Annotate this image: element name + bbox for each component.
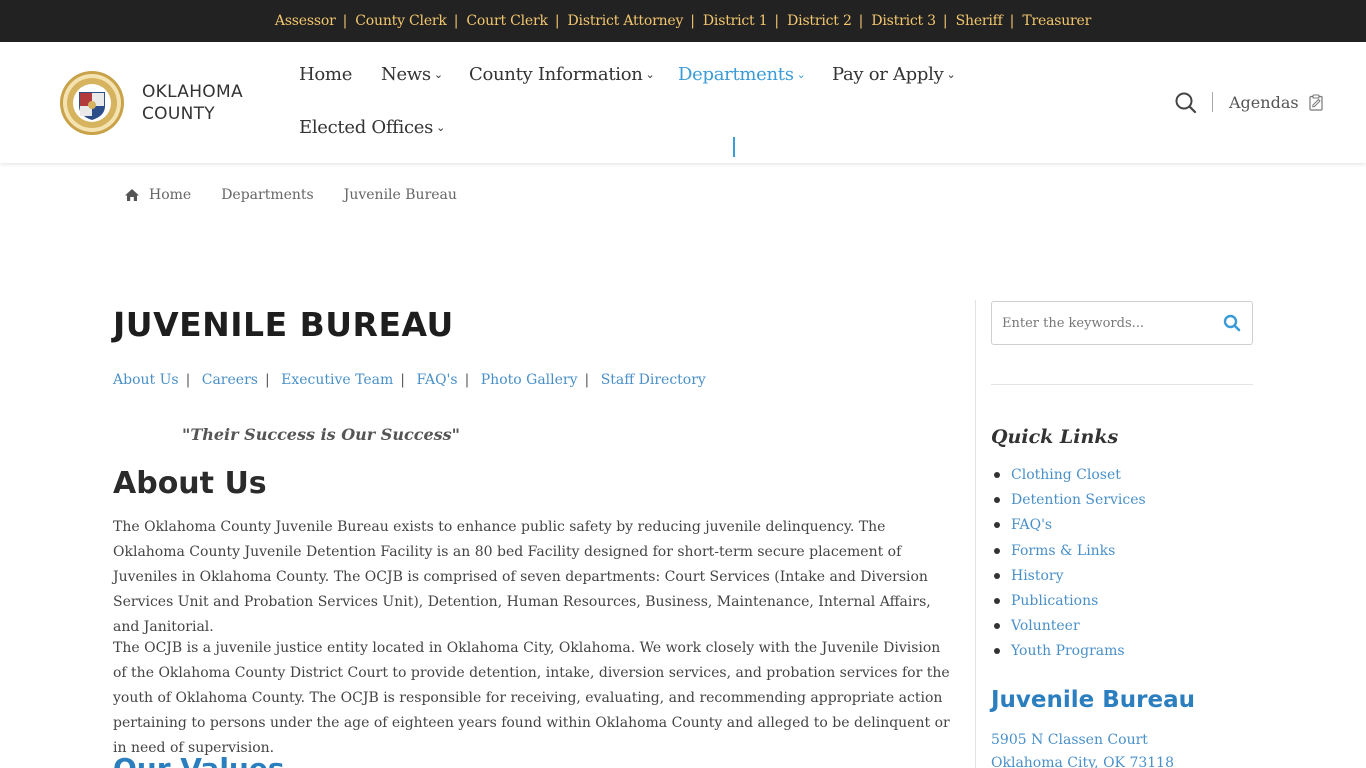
topbar-link-district-attorney[interactable]: District Attorney (568, 13, 684, 29)
address-line-2: Oklahoma City, OK 73118 (991, 755, 1174, 768)
topbar-link-district-3[interactable]: District 3 (871, 13, 936, 29)
nav-departments-label: Departments (678, 64, 794, 85)
logo-text: OKLAHOMA COUNTY (142, 81, 243, 125)
bureau-title: Juvenile Bureau (991, 687, 1196, 713)
breadcrumb-departments[interactable]: Departments (221, 187, 314, 203)
bureau-address[interactable]: 5905 N Classen Court Oklahoma City, OK 7… (991, 729, 1174, 768)
section-subnav: About Us | Careers | Executive Team | FAQ's… (113, 372, 706, 388)
quick-link-faqs[interactable]: FAQ's (991, 513, 1146, 538)
subnav-staff-directory[interactable]: Staff Directory (601, 372, 706, 388)
separator: | (342, 13, 348, 29)
separator: | (774, 13, 780, 29)
about-paragraph-1: The Oklahoma County Juvenile Bureau exis… (113, 519, 931, 635)
section-title-our-values: Our Values (113, 752, 285, 768)
sidebar-search (991, 301, 1253, 345)
topbar-link-county-clerk[interactable]: County Clerk (355, 13, 447, 29)
separator: | (400, 372, 406, 388)
agendas-link[interactable]: Agendas (1229, 93, 1323, 112)
separator: | (264, 372, 270, 388)
breadcrumb: Home Departments Juvenile Bureau (124, 187, 487, 203)
separator: | (185, 372, 191, 388)
sidebar-rule (991, 384, 1253, 385)
site-header: OKLAHOMA COUNTY Home News ⌄ County Inform… (0, 42, 1366, 163)
search-icon[interactable] (1223, 314, 1241, 332)
about-paragraph-2: The OCJB is a juvenile justice entity lo… (113, 640, 950, 756)
chevron-down-icon: ⌄ (796, 68, 806, 81)
logo-line-oklahoma: OKLAHOMA (142, 82, 243, 102)
quick-link-history[interactable]: History (991, 564, 1146, 589)
topbar-link-sheriff[interactable]: Sheriff (956, 13, 1003, 29)
separator: | (858, 13, 864, 29)
site-logo[interactable]: OKLAHOMA COUNTY (59, 70, 259, 136)
quick-links-title: Quick Links (991, 426, 1119, 448)
quick-link-youth-programs[interactable]: Youth Programs (991, 639, 1146, 664)
quick-link-detention-services[interactable]: Detention Services (991, 488, 1146, 513)
nav-news[interactable]: News ⌄ (381, 64, 443, 85)
nav-home[interactable]: Home (299, 64, 352, 85)
separator: | (453, 13, 459, 29)
nav-departments[interactable]: Departments ⌄ (678, 64, 806, 85)
subnav-careers[interactable]: Careers (202, 372, 258, 388)
nav-county-information-label: County Information (469, 64, 643, 85)
chevron-down-icon: ⌄ (946, 68, 956, 81)
header-divider (1212, 92, 1213, 112)
breadcrumb-home[interactable]: Home (149, 187, 191, 203)
nav-home-label: Home (299, 64, 353, 85)
page-title: JUVENILE BUREAU (113, 305, 454, 344)
subnav-faqs[interactable]: FAQ's (416, 372, 457, 388)
clipboard-icon (1308, 94, 1323, 111)
nav-elected-offices[interactable]: Elected Offices ⌄ (299, 117, 445, 138)
subnav-executive-team[interactable]: Executive Team (281, 372, 393, 388)
subnav-about-us[interactable]: About Us (113, 372, 179, 388)
active-nav-indicator (733, 137, 735, 157)
subnav-photo-gallery[interactable]: Photo Gallery (481, 372, 578, 388)
quick-link-publications[interactable]: Publications (991, 589, 1146, 614)
search-icon[interactable] (1174, 91, 1198, 115)
county-seal-icon (60, 71, 124, 135)
nav-pay-or-apply-label: Pay or Apply (832, 64, 944, 85)
nav-pay-or-apply[interactable]: Pay or Apply ⌄ (832, 64, 956, 85)
home-icon[interactable] (124, 188, 140, 202)
chevron-down-icon: ⌄ (436, 121, 445, 134)
quick-link-clothing-closet[interactable]: Clothing Closet (991, 463, 1146, 488)
sidebar-divider (975, 300, 976, 768)
topbar-link-assessor[interactable]: Assessor (275, 13, 336, 29)
motto: "Their Success is Our Success" (182, 425, 460, 444)
address-line-1: 5905 N Classen Court (991, 732, 1148, 748)
chevron-down-icon: ⌄ (645, 68, 655, 81)
topbar-link-court-clerk[interactable]: Court Clerk (466, 13, 548, 29)
separator: | (942, 13, 948, 29)
agendas-label: Agendas (1229, 93, 1299, 112)
logo-line-county: COUNTY (142, 104, 215, 124)
search-input[interactable] (992, 302, 1207, 344)
separator: | (464, 372, 470, 388)
topbar-link-district-1[interactable]: District 1 (703, 13, 768, 29)
separator: | (554, 13, 560, 29)
separator: | (584, 372, 590, 388)
section-title-about-us: About Us (113, 466, 267, 501)
separator: | (1009, 13, 1015, 29)
quick-links-list: Clothing Closet Detention Services FAQ's… (991, 463, 1146, 665)
nav-news-label: News (381, 64, 431, 85)
topbar-link-treasurer[interactable]: Treasurer (1022, 13, 1091, 29)
topbar-link-district-2[interactable]: District 2 (787, 13, 852, 29)
separator: | (690, 13, 695, 29)
breadcrumb-current: Juvenile Bureau (343, 187, 457, 203)
chevron-down-icon: ⌄ (433, 68, 443, 81)
quick-link-volunteer[interactable]: Volunteer (991, 614, 1146, 639)
nav-elected-offices-label: Elected Offices (299, 117, 434, 138)
nav-county-information[interactable]: County Information ⌄ (469, 64, 655, 85)
quick-link-forms-links[interactable]: Forms & Links (991, 539, 1146, 564)
top-utility-bar: Assessor | County Clerk | Court Clerk | Dis… (0, 0, 1366, 42)
